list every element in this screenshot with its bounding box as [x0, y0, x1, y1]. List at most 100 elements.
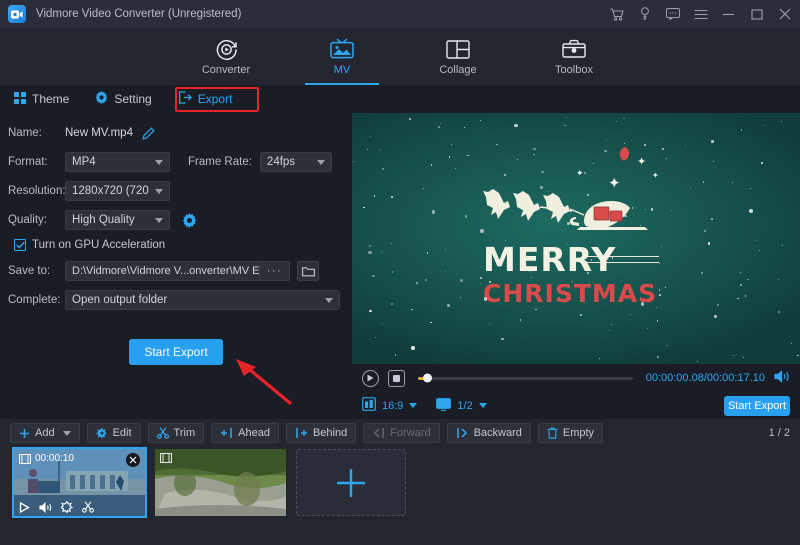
- snowflake: [395, 354, 396, 355]
- gpu-acceleration-checkbox[interactable]: Turn on GPU Acceleration: [14, 239, 340, 251]
- forward-button[interactable]: Forward: [363, 423, 439, 443]
- browse-button[interactable]: ···: [259, 262, 289, 280]
- snowflake: [630, 314, 631, 315]
- trim-icon[interactable]: [82, 501, 94, 513]
- clip-close-icon[interactable]: [126, 453, 140, 467]
- cart-icon[interactable]: [609, 7, 624, 22]
- volume-icon[interactable]: [39, 502, 52, 513]
- quality-row: Quality: High Quality: [8, 210, 340, 230]
- timeline-clip-2[interactable]: [155, 449, 286, 516]
- format-select[interactable]: MP4: [65, 152, 170, 172]
- menu-icon[interactable]: [693, 7, 708, 22]
- snowflake: [564, 125, 565, 126]
- snowflake: [521, 208, 522, 209]
- sub-tab-setting[interactable]: Setting: [95, 91, 151, 107]
- stop-icon[interactable]: [388, 370, 405, 387]
- seek-slider[interactable]: [418, 377, 633, 380]
- gear-icon[interactable]: [182, 213, 197, 228]
- collage-icon: [446, 37, 470, 61]
- snowflake: [425, 279, 427, 281]
- empty-button[interactable]: Empty: [538, 423, 603, 443]
- snowflake: [379, 149, 380, 150]
- feedback-icon[interactable]: [665, 7, 680, 22]
- snowflake: [533, 148, 535, 150]
- behind-button[interactable]: Behind: [286, 423, 356, 443]
- effect-icon[interactable]: [61, 501, 73, 513]
- add-button-label: Add: [35, 427, 55, 439]
- ahead-button[interactable]: Ahead: [211, 423, 279, 443]
- snowflake: [381, 252, 382, 253]
- snowflake: [535, 309, 536, 310]
- snowflake: [743, 357, 744, 358]
- seek-handle[interactable]: [423, 374, 432, 383]
- video-stage[interactable]: ✦ ✦ ✦ ✦: [352, 113, 800, 364]
- snowflake: [659, 294, 660, 295]
- saveto-field[interactable]: D:\Vidmore\Vidmore V...onverter\MV Expor…: [65, 261, 290, 281]
- preview-start-export-button[interactable]: Start Export: [724, 396, 790, 416]
- edit-button-label: Edit: [113, 427, 132, 439]
- resolution-label: Resolution:: [8, 185, 65, 197]
- chevron-down-icon: [479, 403, 487, 408]
- add-clip-tile[interactable]: [296, 449, 406, 516]
- snowflake: [529, 271, 530, 272]
- snowflake: [480, 283, 481, 284]
- minimize-icon[interactable]: [721, 7, 736, 22]
- trash-icon: [547, 427, 558, 439]
- format-value: MP4: [72, 156, 149, 168]
- aspect-ratio-control[interactable]: 16:9: [362, 397, 417, 414]
- nav-tab-toolbox[interactable]: Toolbox: [535, 29, 613, 84]
- theme-icon: [14, 92, 26, 107]
- chevron-down-icon: [155, 160, 163, 165]
- framerate-label: Frame Rate:: [188, 156, 252, 168]
- volume-icon[interactable]: [774, 370, 790, 386]
- sub-tab-export-label: Export: [198, 92, 233, 106]
- snowflake: [781, 121, 782, 122]
- snowflake: [662, 148, 664, 150]
- add-button[interactable]: Add: [10, 423, 80, 443]
- maximize-icon[interactable]: [749, 7, 764, 22]
- key-icon[interactable]: [637, 7, 652, 22]
- nav-tab-mv[interactable]: MV: [303, 29, 381, 84]
- scissors-icon: [157, 427, 169, 439]
- snowflake: [737, 298, 738, 299]
- nav-tab-toolbox-label: Toolbox: [555, 64, 593, 76]
- scale-control[interactable]: 1/2: [436, 398, 486, 414]
- snowflake: [797, 355, 798, 356]
- snowflake: [632, 207, 633, 208]
- play-icon[interactable]: [19, 502, 30, 513]
- resolution-select[interactable]: 1280x720 (720p): [65, 181, 170, 201]
- nav-tab-collage[interactable]: Collage: [419, 29, 497, 84]
- start-export-button[interactable]: Start Export: [129, 339, 223, 365]
- edit-button[interactable]: Edit: [87, 423, 141, 443]
- snowflake: [465, 215, 467, 217]
- sub-tab-export[interactable]: Export: [178, 91, 233, 107]
- page-indicator: 1 / 2: [769, 427, 790, 439]
- framerate-select[interactable]: 24fps: [260, 152, 332, 172]
- snowflake: [533, 154, 534, 155]
- snowflake: [624, 215, 626, 217]
- pencil-icon[interactable]: [142, 127, 155, 140]
- snowflake: [606, 140, 607, 141]
- snowflake: [665, 287, 666, 288]
- backward-button[interactable]: Backward: [447, 423, 531, 443]
- snowflake: [740, 272, 741, 273]
- complete-select[interactable]: Open output folder: [65, 290, 340, 310]
- mv-icon: [330, 37, 354, 61]
- snowflake: [657, 356, 658, 357]
- snowflake: [391, 243, 392, 244]
- snowflake: [685, 145, 686, 146]
- snowflake: [584, 172, 586, 174]
- snowflake: [411, 346, 415, 350]
- app-logo: [8, 5, 26, 23]
- sub-tab-theme[interactable]: Theme: [14, 92, 69, 107]
- play-icon[interactable]: [362, 370, 379, 387]
- folder-icon[interactable]: [297, 261, 319, 281]
- nav-tab-converter[interactable]: Converter: [187, 29, 265, 84]
- timeline-clip-1[interactable]: 00:00:10: [14, 449, 145, 516]
- quality-select[interactable]: High Quality: [65, 210, 170, 230]
- snowflake: [391, 303, 393, 305]
- snowflake: [370, 136, 371, 137]
- resolution-row: Resolution: 1280x720 (720p): [8, 181, 340, 201]
- trim-button[interactable]: Trim: [148, 423, 205, 443]
- close-icon[interactable]: [777, 7, 792, 22]
